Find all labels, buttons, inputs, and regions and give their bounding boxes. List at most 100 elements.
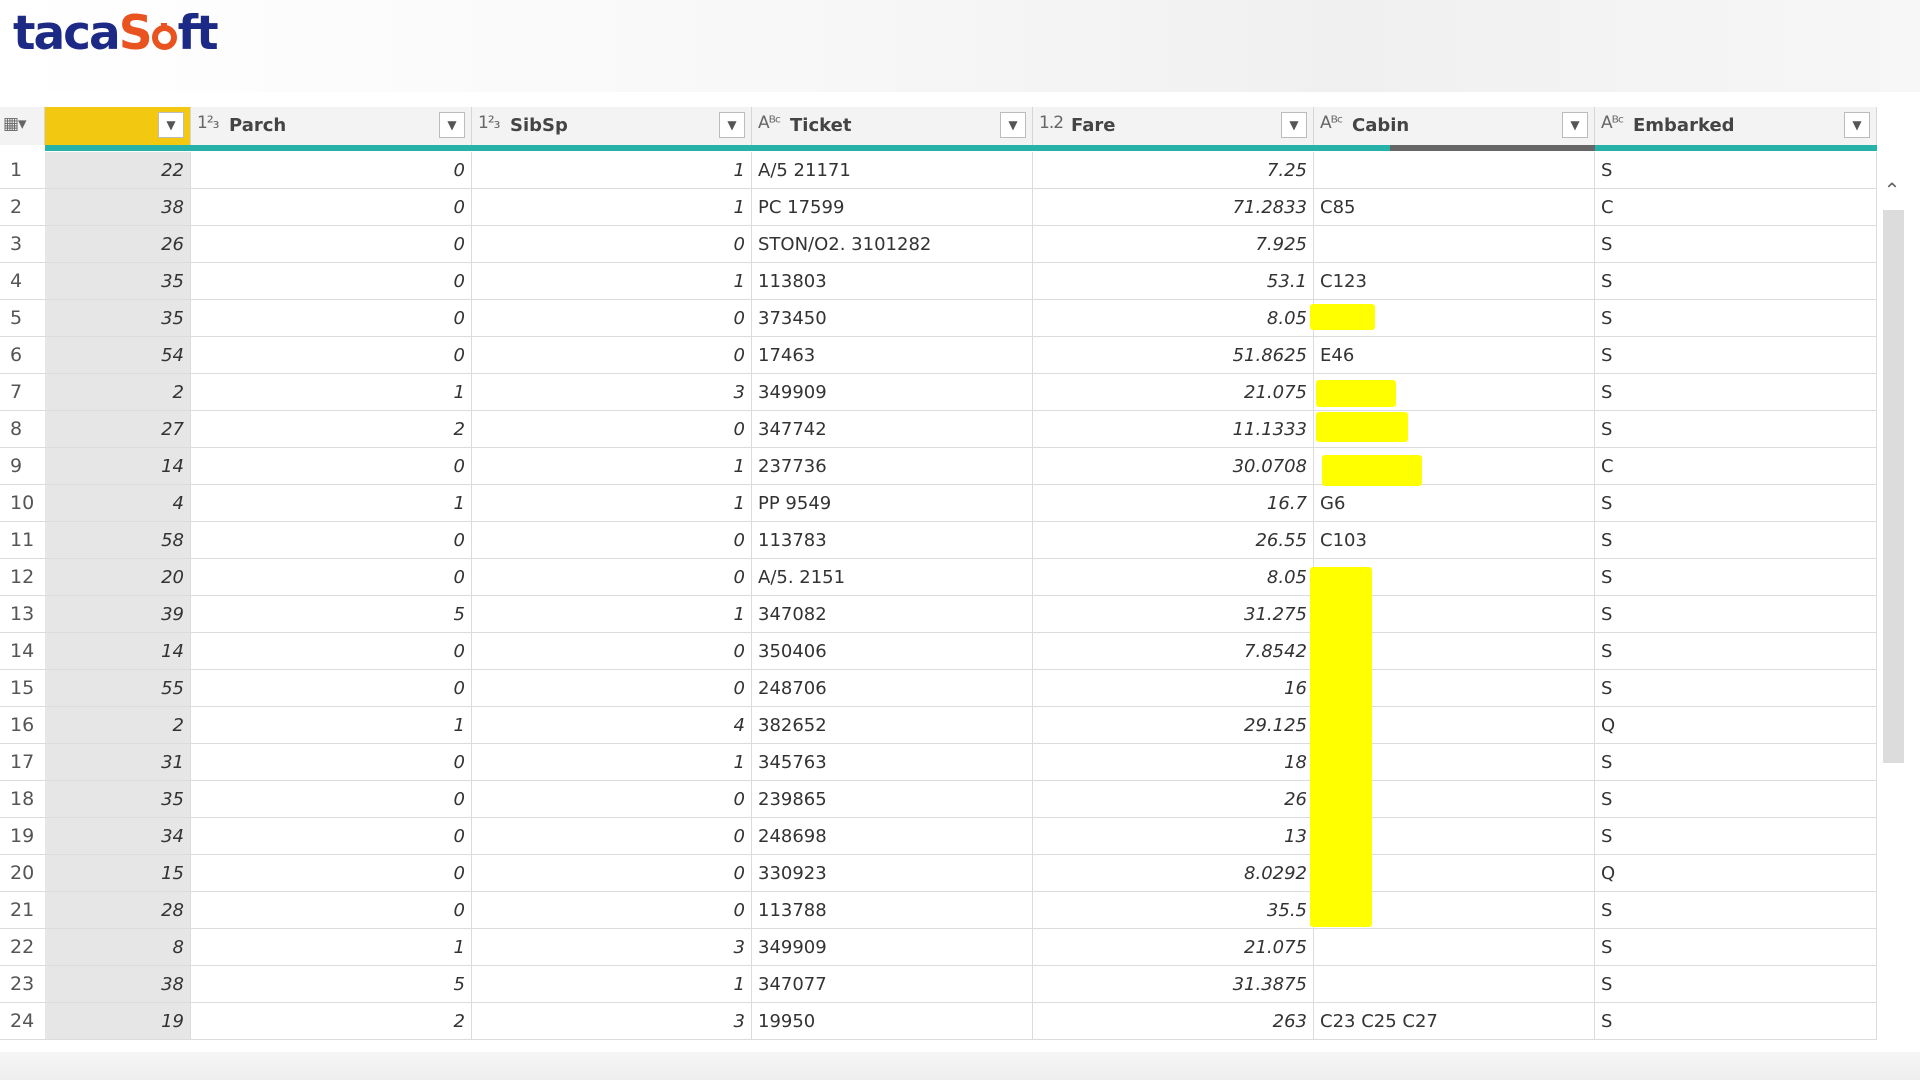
table-cell-sibsp[interactable]: 1	[472, 744, 752, 781]
table-cell-c0[interactable]: 35	[45, 263, 191, 300]
table-cell-c0[interactable]: 20	[45, 559, 191, 596]
table-cell-sibsp[interactable]: 1	[472, 485, 752, 522]
table-cell-parch[interactable]: 0	[191, 263, 472, 300]
table-cell-parch[interactable]: 0	[191, 633, 472, 670]
table-cell-embarked[interactable]: S	[1595, 263, 1877, 300]
table-cell-ticket[interactable]: 347082	[752, 596, 1033, 633]
table-cell-embarked[interactable]: S	[1595, 226, 1877, 263]
table-cell-parch[interactable]: 0	[191, 226, 472, 263]
table-cell-embarked[interactable]: S	[1595, 818, 1877, 855]
table-cell-embarked[interactable]: S	[1595, 633, 1877, 670]
table-cell-fare[interactable]: 21.075	[1033, 929, 1314, 966]
table-cell-parch[interactable]: 2	[191, 1003, 472, 1040]
table-cell-embarked[interactable]: C	[1595, 448, 1877, 485]
table-cell-fare[interactable]: 8.0292	[1033, 855, 1314, 892]
table-cell-parch[interactable]: 5	[191, 966, 472, 1003]
table-cell-embarked[interactable]: Q	[1595, 855, 1877, 892]
table-cell-parch[interactable]: 0	[191, 152, 472, 189]
column-header-sibsp[interactable]: 1²₃ SibSp ▼	[472, 107, 752, 145]
table-cell-c0[interactable]: 58	[45, 522, 191, 559]
table-cell-embarked[interactable]: S	[1595, 559, 1877, 596]
column-header-c0[interactable]: ▼	[45, 107, 191, 145]
table-cell-ticket[interactable]: 19950	[752, 1003, 1033, 1040]
table-cell-ticket[interactable]: 113788	[752, 892, 1033, 929]
table-cell-parch[interactable]: 1	[191, 707, 472, 744]
filter-dropdown-icon[interactable]: ▼	[1000, 112, 1026, 138]
table-cell-fare[interactable]: 26	[1033, 781, 1314, 818]
table-cell-embarked[interactable]: S	[1595, 670, 1877, 707]
table-cell-c0[interactable]: 2	[45, 707, 191, 744]
scroll-up-icon[interactable]: ⌃	[1882, 180, 1902, 200]
table-cell-fare[interactable]: 18	[1033, 744, 1314, 781]
scrollbar-thumb[interactable]	[1883, 210, 1904, 763]
table-cell-fare[interactable]: 7.8542	[1033, 633, 1314, 670]
table-cell-embarked[interactable]: C	[1595, 189, 1877, 226]
table-cell-cabin[interactable]: E46	[1314, 337, 1595, 374]
table-cell-sibsp[interactable]: 3	[472, 374, 752, 411]
table-cell-sibsp[interactable]: 4	[472, 707, 752, 744]
table-cell-embarked[interactable]: S	[1595, 596, 1877, 633]
table-cell-c0[interactable]: 14	[45, 633, 191, 670]
table-cell-embarked[interactable]: S	[1595, 152, 1877, 189]
table-cell-parch[interactable]: 0	[191, 189, 472, 226]
filter-dropdown-icon[interactable]: ▼	[1844, 112, 1870, 138]
table-cell-parch[interactable]: 0	[191, 855, 472, 892]
table-cell-c0[interactable]: 35	[45, 300, 191, 337]
table-cell-embarked[interactable]: Q	[1595, 707, 1877, 744]
table-cell-c0[interactable]: 31	[45, 744, 191, 781]
table-cell-fare[interactable]: 263	[1033, 1003, 1314, 1040]
table-cell-fare[interactable]: 35.5	[1033, 892, 1314, 929]
table-cell-parch[interactable]: 0	[191, 300, 472, 337]
table-cell-c0[interactable]: 39	[45, 596, 191, 633]
table-cell-c0[interactable]: 19	[45, 1003, 191, 1040]
table-cell-embarked[interactable]: S	[1595, 337, 1877, 374]
table-cell-cabin[interactable]	[1314, 152, 1595, 189]
table-cell-embarked[interactable]: S	[1595, 485, 1877, 522]
table-cell-fare[interactable]: 7.25	[1033, 152, 1314, 189]
table-cell-fare[interactable]: 21.075	[1033, 374, 1314, 411]
table-cell-sibsp[interactable]: 0	[472, 411, 752, 448]
table-cell-embarked[interactable]: S	[1595, 781, 1877, 818]
table-cell-fare[interactable]: 8.05	[1033, 559, 1314, 596]
table-cell-embarked[interactable]: S	[1595, 892, 1877, 929]
table-cell-sibsp[interactable]: 1	[472, 152, 752, 189]
filter-dropdown-icon[interactable]: ▼	[1562, 112, 1588, 138]
table-cell-ticket[interactable]: 237736	[752, 448, 1033, 485]
table-cell-sibsp[interactable]: 0	[472, 559, 752, 596]
table-cell-fare[interactable]: 51.8625	[1033, 337, 1314, 374]
table-cell-fare[interactable]: 13	[1033, 818, 1314, 855]
table-cell-c0[interactable]: 26	[45, 226, 191, 263]
table-cell-embarked[interactable]: S	[1595, 1003, 1877, 1040]
table-cell-c0[interactable]: 38	[45, 966, 191, 1003]
table-cell-fare[interactable]: 30.0708	[1033, 448, 1314, 485]
table-cell-embarked[interactable]: S	[1595, 744, 1877, 781]
table-cell-parch[interactable]: 0	[191, 744, 472, 781]
table-cell-sibsp[interactable]: 0	[472, 300, 752, 337]
table-cell-parch[interactable]: 0	[191, 337, 472, 374]
table-cell-ticket[interactable]: 113803	[752, 263, 1033, 300]
table-menu-icon[interactable]: ▦▾	[0, 107, 45, 145]
table-cell-ticket[interactable]: A/5 21171	[752, 152, 1033, 189]
table-cell-sibsp[interactable]: 1	[472, 263, 752, 300]
table-cell-parch[interactable]: 5	[191, 596, 472, 633]
table-cell-fare[interactable]: 16	[1033, 670, 1314, 707]
table-cell-fare[interactable]: 26.55	[1033, 522, 1314, 559]
table-cell-sibsp[interactable]: 1	[472, 448, 752, 485]
table-cell-sibsp[interactable]: 0	[472, 818, 752, 855]
table-cell-c0[interactable]: 27	[45, 411, 191, 448]
table-cell-ticket[interactable]: 330923	[752, 855, 1033, 892]
table-cell-ticket[interactable]: 350406	[752, 633, 1033, 670]
table-cell-cabin[interactable]: C103	[1314, 522, 1595, 559]
table-cell-parch[interactable]: 1	[191, 374, 472, 411]
table-cell-cabin[interactable]	[1314, 929, 1595, 966]
table-cell-sibsp[interactable]: 0	[472, 633, 752, 670]
table-cell-fare[interactable]: 71.2833	[1033, 189, 1314, 226]
table-cell-fare[interactable]: 31.275	[1033, 596, 1314, 633]
table-cell-sibsp[interactable]: 3	[472, 929, 752, 966]
table-cell-fare[interactable]: 16.7	[1033, 485, 1314, 522]
table-cell-parch[interactable]: 0	[191, 559, 472, 596]
table-cell-ticket[interactable]: A/5. 2151	[752, 559, 1033, 596]
table-cell-ticket[interactable]: 382652	[752, 707, 1033, 744]
table-cell-parch[interactable]: 1	[191, 485, 472, 522]
table-cell-cabin[interactable]: C123	[1314, 263, 1595, 300]
